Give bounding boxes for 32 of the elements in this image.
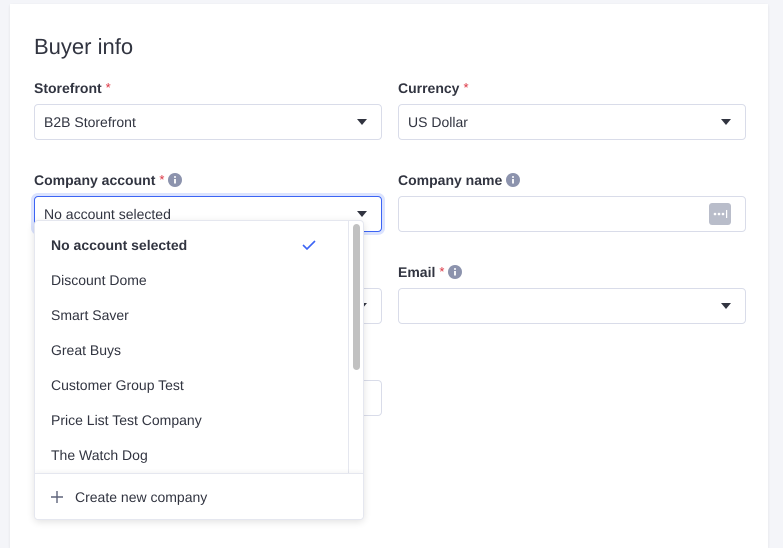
dropdown-option[interactable]: Great Buys [35,332,348,367]
required-mark: * [439,264,444,279]
section-title: Buyer info [34,34,134,60]
info-icon[interactable] [168,173,182,187]
caret-icon [357,211,367,217]
field-label: Company account [34,172,156,188]
caret-icon [721,119,731,125]
scrollbar[interactable] [348,221,363,473]
select-field[interactable] [398,288,746,324]
plus-icon [51,490,63,502]
dropdown-option[interactable]: The Watch Dog [35,437,348,472]
select-field[interactable]: US Dollar [398,104,746,140]
create-company-button[interactable]: Create new company [35,473,363,519]
dropdown-option[interactable]: Smart Saver [35,297,348,332]
required-mark: * [159,172,164,187]
field-label: Company name [398,172,502,188]
dropdown-option[interactable]: Price List Test Company [35,402,348,437]
dropdown-option[interactable]: Customer Group Test [35,367,348,402]
dropdown-option[interactable]: Discount Dome [35,262,348,297]
caret-icon [721,303,731,309]
field-label: Storefront [34,80,102,96]
required-mark: * [463,80,469,95]
input-field[interactable] [398,196,746,232]
select-field[interactable]: B2B Storefront [34,104,382,140]
caret-icon [357,119,367,125]
field-label: Email [398,264,436,280]
required-mark: * [106,80,111,95]
info-icon[interactable] [448,265,462,279]
checkmark-icon [302,240,316,250]
info-icon[interactable] [506,173,520,187]
field-label: Currency [398,80,460,96]
autofill-icon[interactable] [709,203,731,225]
